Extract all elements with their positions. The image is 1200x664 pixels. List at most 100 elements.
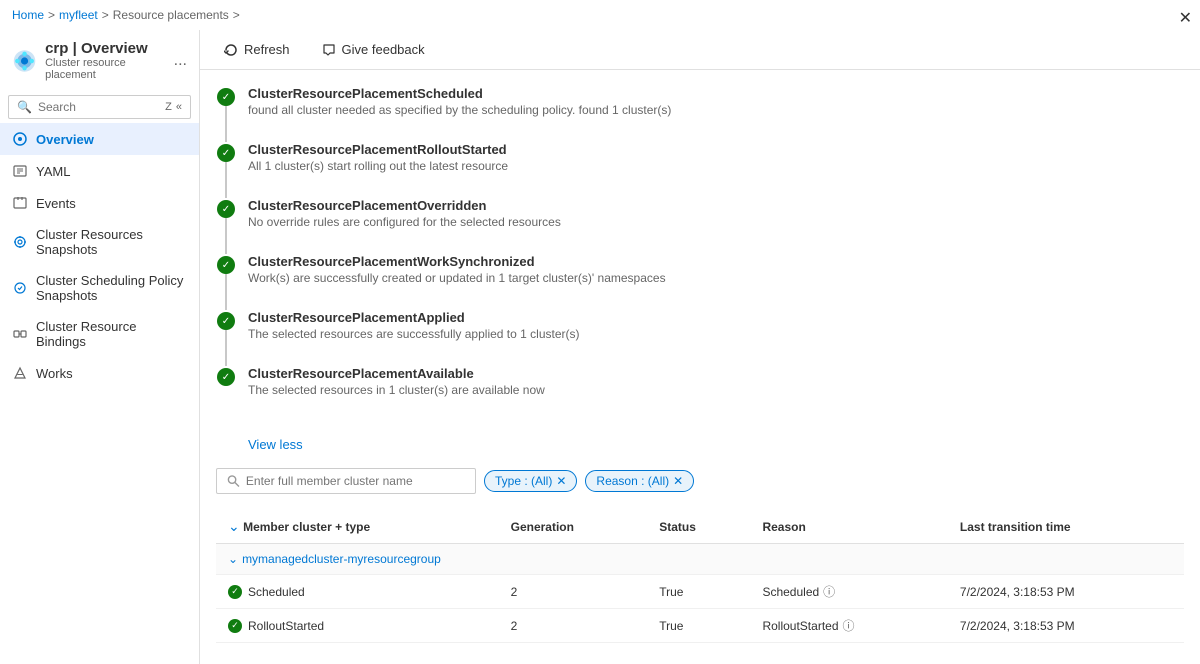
timeline-dot-work-synchronized: ✓ [217, 256, 235, 274]
close-button[interactable]: ✕ [1179, 8, 1192, 28]
timeline-content-work-synchronized: ClusterResourcePlacementWorkSynchronized… [248, 254, 666, 305]
app-title: crp | Overview [45, 40, 166, 57]
timeline-item-scheduled: ✓ClusterResourcePlacementScheduledfound … [216, 86, 1184, 142]
timeline-line-overridden: ✓ [216, 198, 236, 254]
row-reason-cell: RolloutStarted ⓘ [750, 609, 947, 643]
timeline-dot-applied: ✓ [217, 312, 235, 330]
timeline-desc-work-synchronized: Work(s) are successfully created or upda… [248, 271, 666, 285]
overview-nav-icon [12, 131, 28, 147]
sidebar-item-label-yaml: YAML [36, 164, 70, 179]
timeline-dot-overridden: ✓ [217, 200, 235, 218]
sidebar-item-label-works: Works [36, 366, 73, 381]
table-col-member-cluster-+-type: ⌄ Member cluster + type [216, 510, 499, 544]
sidebar-item-label-events: Events [36, 196, 76, 211]
search-close-icon[interactable]: « [176, 101, 182, 113]
row-type-cell: ✓ RolloutStarted [216, 609, 499, 643]
row-reason-info-icon[interactable]: ⓘ [823, 583, 835, 600]
row-status-cell: True [647, 609, 750, 643]
sidebar-item-overview[interactable]: Overview [0, 123, 199, 155]
cluster-search-input[interactable] [246, 474, 465, 488]
sidebar-item-cluster-resource-bindings[interactable]: Cluster Resource Bindings [0, 311, 199, 357]
row-reason-label: Scheduled [762, 585, 819, 599]
table-header: ⌄ Member cluster + typeGenerationStatusR… [216, 510, 1184, 544]
sidebar-item-yaml[interactable]: YAML [0, 155, 199, 187]
type-filter-tag[interactable]: Type : (All) ✕ [484, 470, 577, 492]
refresh-button[interactable]: Refresh [216, 38, 298, 61]
cluster-group-link[interactable]: mymanagedcluster-myresourcegroup [242, 552, 441, 566]
filter-search-icon [227, 474, 240, 488]
breadcrumb-myfleet[interactable]: myfleet [59, 8, 98, 22]
sidebar-item-events[interactable]: Events [0, 187, 199, 219]
timeline: ✓ ClusterResourcePlacementScheduledfound … [216, 86, 1184, 417]
timeline-item-applied: ✓ ClusterResourcePlacementApplied The sele… [216, 310, 1184, 366]
sidebar-item-cluster-scheduling-policy-snapshots[interactable]: Cluster Scheduling Policy Snapshots [0, 265, 199, 311]
timeline-title-applied: ClusterResourcePlacementApplied [248, 310, 579, 325]
timeline-desc-overridden: No override rules are configured for the… [248, 215, 561, 229]
breadcrumb: Home > myfleet > Resource placements > [0, 0, 1200, 30]
row-transition-time-cell: 7/2/2024, 3:18:53 PM [948, 575, 1184, 609]
sidebar-item-label-cluster-resource-bindings: Cluster Resource Bindings [36, 319, 187, 349]
reason-filter-close: ✕ [673, 474, 683, 488]
timeline-content-overridden: ClusterResourcePlacementOverridden No ove… [248, 198, 561, 249]
main-layout: crp | Overview Cluster resource placemen… [0, 30, 1200, 664]
search-input[interactable] [38, 100, 159, 114]
timeline-title-overridden: ClusterResourcePlacementOverridden [248, 198, 561, 213]
search-controls: Z « [165, 101, 182, 113]
sidebar-search-box: 🔍 Z « [8, 95, 191, 119]
content-area: Refresh Give feedback ✓ClusterResourcePl… [200, 30, 1200, 664]
view-less-link[interactable]: View less [248, 437, 303, 452]
cluster-expand-icon[interactable]: ⌄ [228, 552, 238, 566]
cluster-resources-snapshots-nav-icon [12, 234, 28, 250]
timeline-title-available: ClusterResourcePlacementAvailable [248, 366, 545, 381]
nav-menu: Overview YAML Events Cluster Resources Snap… [0, 123, 199, 389]
cluster-scheduling-policy-snapshots-nav-icon [12, 280, 28, 296]
sidebar-item-label-overview: Overview [36, 132, 94, 147]
search-case-icon[interactable]: Z [165, 101, 172, 113]
row-reason-info-icon[interactable]: ⓘ [843, 617, 855, 634]
app-header: crp | Overview Cluster resource placemen… [0, 30, 199, 91]
breadcrumb-sep3: > [233, 8, 240, 22]
sidebar-item-cluster-resources-snapshots[interactable]: Cluster Resources Snapshots [0, 219, 199, 265]
events-nav-icon [12, 195, 28, 211]
row-status-dot: ✓ [228, 585, 242, 599]
app-container: Home > myfleet > Resource placements > [0, 0, 1200, 664]
refresh-icon [224, 43, 238, 57]
more-options-icon[interactable]: ... [174, 52, 187, 70]
give-feedback-button[interactable]: Give feedback [314, 38, 433, 61]
timeline-content-applied: ClusterResourcePlacementApplied The selec… [248, 310, 579, 361]
timeline-connector-scheduled [225, 106, 227, 142]
timeline-connector-overridden [225, 218, 227, 254]
feedback-icon [322, 43, 336, 57]
timeline-title-work-synchronized: ClusterResourcePlacementWorkSynchronized [248, 254, 666, 269]
search-icon: 🔍 [17, 100, 32, 114]
table-collapse-button[interactable]: ⌄ [228, 518, 240, 535]
cluster-resource-bindings-nav-icon [12, 326, 28, 342]
sidebar-item-works[interactable]: Works [0, 357, 199, 389]
toolbar: Refresh Give feedback [200, 30, 1200, 70]
row-status-dot: ✓ [228, 619, 242, 633]
app-title-group: crp | Overview Cluster resource placemen… [45, 40, 166, 81]
timeline-dot-rollout-started: ✓ [217, 144, 235, 162]
timeline-item-available: ✓ClusterResourcePlacementAvailableThe se… [216, 366, 1184, 417]
yaml-nav-icon [12, 163, 28, 179]
table-cluster-group-row: ⌄ mymanagedcluster-myresourcegroup [216, 544, 1184, 575]
row-generation-cell: 2 [499, 575, 648, 609]
timeline-desc-applied: The selected resources are successfully … [248, 327, 579, 341]
row-type-label: RolloutStarted [248, 619, 324, 633]
breadcrumb-home[interactable]: Home [12, 8, 44, 22]
breadcrumb-sep2: > [102, 8, 109, 22]
row-reason-cell: Scheduled ⓘ [750, 575, 947, 609]
timeline-desc-available: The selected resources in 1 cluster(s) a… [248, 383, 545, 397]
sidebar-item-label-cluster-resources-snapshots: Cluster Resources Snapshots [36, 227, 187, 257]
timeline-desc-scheduled: found all cluster needed as specified by… [248, 103, 671, 117]
sidebar: crp | Overview Cluster resource placemen… [0, 30, 200, 664]
timeline-content-scheduled: ClusterResourcePlacementScheduledfound a… [248, 86, 671, 137]
timeline-connector-work-synchronized [225, 274, 227, 310]
filter-bar: Type : (All) ✕ Reason : (All) ✕ [216, 468, 1184, 494]
timeline-item-rollout-started: ✓ClusterResourcePlacementRolloutStartedA… [216, 142, 1184, 198]
table-row: ✓Scheduled2TrueScheduledⓘ7/2/2024, 3:18:… [216, 575, 1184, 609]
row-type-label: Scheduled [248, 585, 305, 599]
timeline-line-rollout-started: ✓ [216, 142, 236, 198]
row-reason-label: RolloutStarted [762, 619, 838, 633]
reason-filter-tag[interactable]: Reason : (All) ✕ [585, 470, 694, 492]
